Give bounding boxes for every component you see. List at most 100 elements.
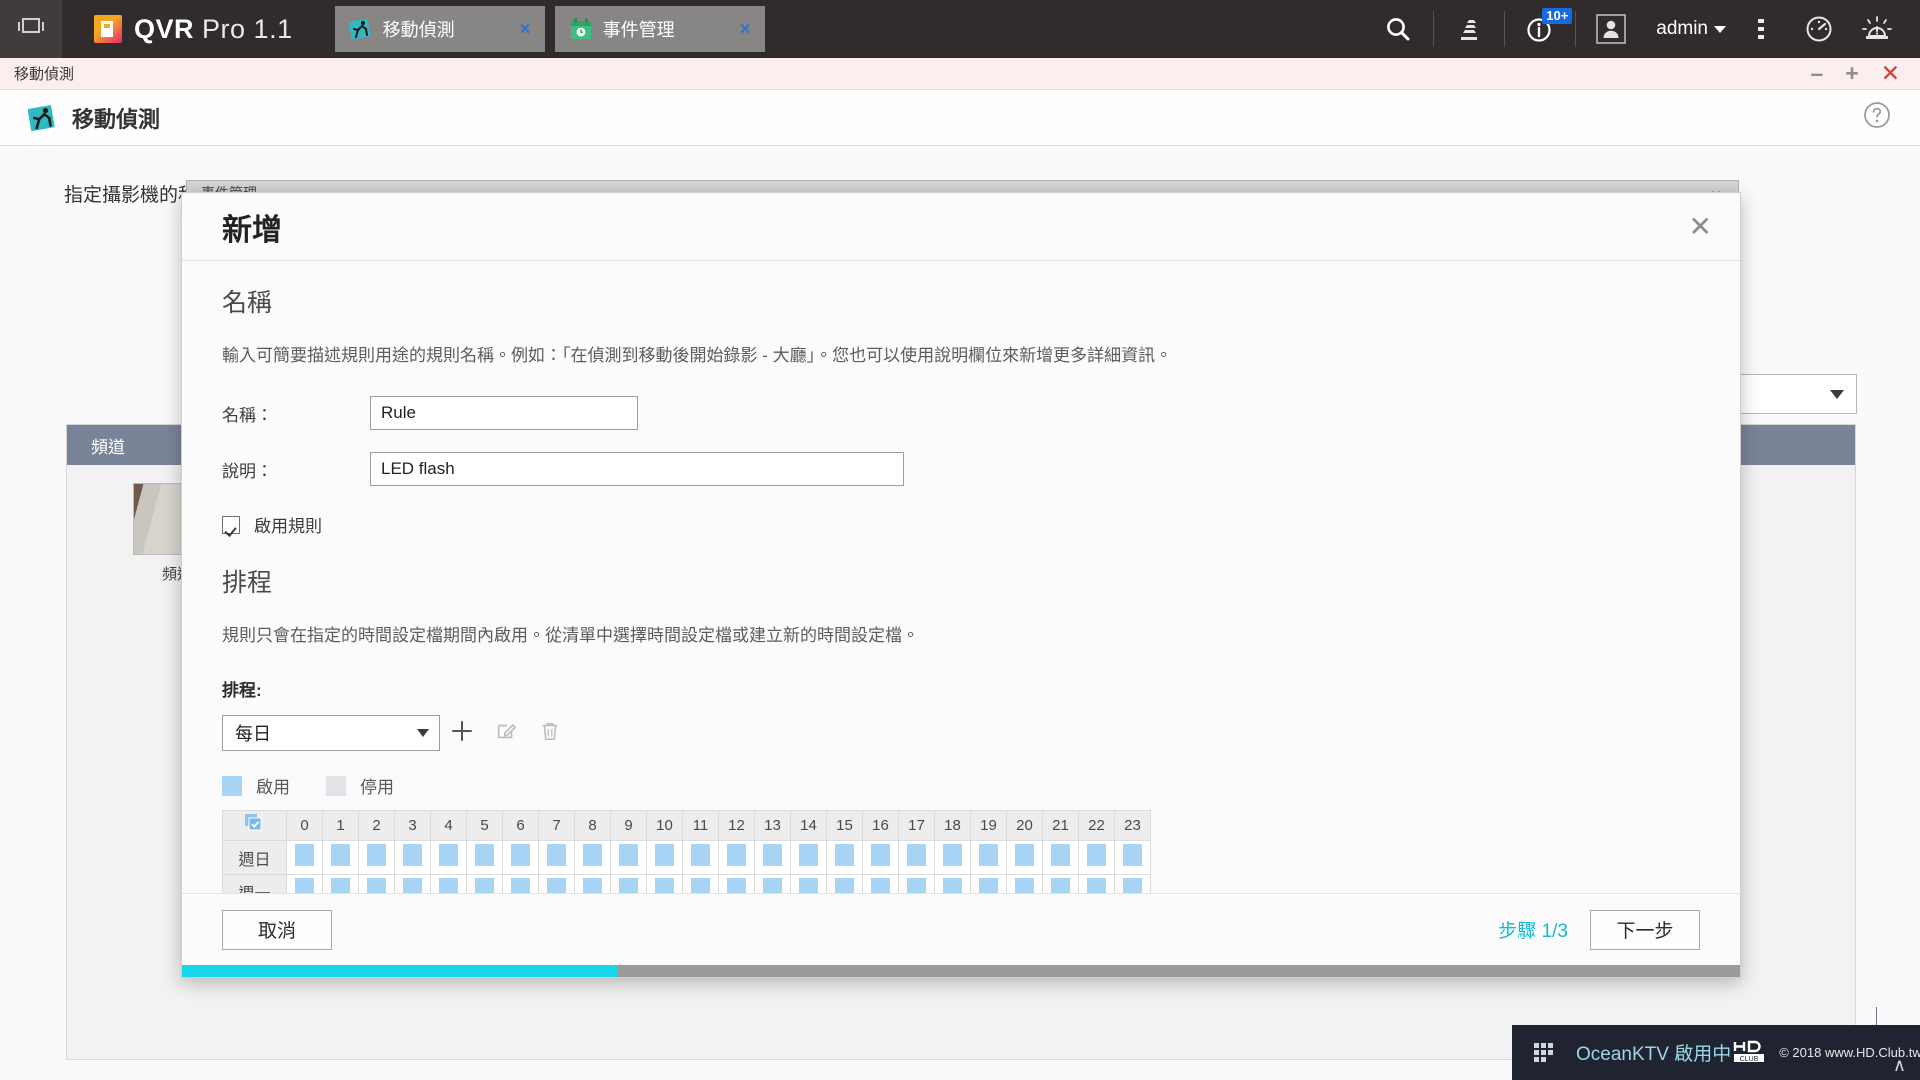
schedule-cell[interactable] [1042,840,1079,875]
schedule-cell[interactable] [322,874,359,893]
schedule-cell[interactable] [718,874,755,893]
schedule-hour-header-3[interactable]: 3 [394,810,431,841]
schedule-cell[interactable] [1114,874,1151,893]
schedule-hour-header-4[interactable]: 4 [430,810,467,841]
enable-rule-checkbox[interactable] [222,515,240,534]
search-icon[interactable] [1369,0,1427,58]
schedule-cell[interactable] [538,874,575,893]
schedule-hour-header-23[interactable]: 23 [1114,810,1151,841]
schedule-cell[interactable] [754,874,791,893]
schedule-cell[interactable] [754,840,791,875]
schedule-hour-header-1[interactable]: 1 [322,810,359,841]
schedule-cell[interactable] [826,840,863,875]
schedule-cell[interactable] [970,874,1007,893]
schedule-cell[interactable] [286,840,323,875]
schedule-cell[interactable] [682,840,719,875]
edit-schedule-button[interactable] [484,715,528,751]
schedule-hour-header-17[interactable]: 17 [898,810,935,841]
schedule-hour-header-18[interactable]: 18 [934,810,971,841]
schedule-profile-select[interactable]: 每日 [222,715,440,751]
schedule-hour-header-0[interactable]: 0 [286,810,323,841]
nav-tab-event-management[interactable]: 事件管理 × [554,6,765,52]
window-close-button[interactable]: ✕ [1881,62,1900,85]
schedule-cell[interactable] [1006,874,1043,893]
schedule-hour-header-14[interactable]: 14 [790,810,827,841]
schedule-cell[interactable] [574,840,611,875]
schedule-cell[interactable] [934,874,971,893]
delete-schedule-button[interactable] [528,715,572,751]
user-avatar-icon[interactable] [1582,0,1640,58]
schedule-cell[interactable] [1078,874,1115,893]
schedule-cell[interactable] [682,874,719,893]
enable-rule-row[interactable]: 啟用規則 [222,512,1700,537]
select-all-icon[interactable] [222,810,287,841]
schedule-cell[interactable] [862,874,899,893]
schedule-cell[interactable] [790,840,827,875]
schedule-cell[interactable] [502,874,539,893]
schedule-hour-header-7[interactable]: 7 [538,810,575,841]
camera-select-dropdown[interactable] [1735,374,1857,414]
schedule-cell[interactable] [1114,840,1151,875]
cancel-button[interactable]: 取消 [222,909,332,950]
schedule-cell[interactable] [646,874,683,893]
nav-tab-motion-detection[interactable]: 移動偵測 × [334,6,545,52]
schedule-cell[interactable] [970,840,1007,875]
schedule-cell[interactable] [358,840,395,875]
schedule-cell[interactable] [574,874,611,893]
schedule-cell[interactable] [286,874,323,893]
dashboard-icon[interactable] [1790,0,1848,58]
schedule-cell[interactable] [502,840,539,875]
next-button[interactable]: 下一步 [1590,909,1700,950]
schedule-hour-header-15[interactable]: 15 [826,810,863,841]
schedule-cell[interactable] [610,874,647,893]
schedule-cell[interactable] [898,874,935,893]
schedule-day-label[interactable]: 週日 [222,840,287,875]
schedule-cell[interactable] [430,874,467,893]
logs-icon[interactable] [1440,0,1498,58]
schedule-cell[interactable] [646,840,683,875]
more-vertical-icon[interactable] [1732,0,1790,58]
schedule-hour-header-10[interactable]: 10 [646,810,683,841]
schedule-cell[interactable] [826,874,863,893]
nav-tab-close-icon[interactable]: × [739,20,750,39]
schedule-hour-header-5[interactable]: 5 [466,810,503,841]
schedule-cell[interactable] [394,874,431,893]
schedule-cell[interactable] [718,840,755,875]
schedule-day-label[interactable]: 週一 [222,874,287,893]
oceanktv-toast[interactable]: OceanKTV 啟用中 CLUB © 2018 www.HD.Club.tw … [1512,1025,1920,1080]
nav-tab-close-icon[interactable]: × [519,20,530,39]
schedule-cell[interactable] [934,840,971,875]
schedule-hour-header-13[interactable]: 13 [754,810,791,841]
schedule-cell[interactable] [358,874,395,893]
schedule-cell[interactable] [394,840,431,875]
schedule-cell[interactable] [322,840,359,875]
schedule-cell[interactable] [466,874,503,893]
schedule-hour-header-21[interactable]: 21 [1042,810,1079,841]
close-icon[interactable]: ✕ [1689,212,1712,241]
help-icon[interactable] [1862,100,1892,135]
schedule-cell[interactable] [430,840,467,875]
schedule-cell[interactable] [1078,840,1115,875]
schedule-hour-header-2[interactable]: 2 [358,810,395,841]
schedule-hour-header-12[interactable]: 12 [718,810,755,841]
alarm-icon[interactable] [1848,0,1906,58]
schedule-cell[interactable] [1042,874,1079,893]
schedule-hour-header-16[interactable]: 16 [862,810,899,841]
schedule-hour-header-20[interactable]: 20 [1006,810,1043,841]
schedule-cell[interactable] [610,840,647,875]
schedule-cell[interactable] [466,840,503,875]
name-input[interactable]: Rule [370,396,638,430]
schedule-cell[interactable] [538,840,575,875]
schedule-hour-header-11[interactable]: 11 [682,810,719,841]
schedule-hour-header-9[interactable]: 9 [610,810,647,841]
info-icon[interactable]: 10+ [1511,0,1573,58]
description-input[interactable]: LED flash [370,452,904,486]
schedule-cell[interactable] [898,840,935,875]
schedule-hour-header-19[interactable]: 19 [970,810,1007,841]
schedule-hour-header-8[interactable]: 8 [574,810,611,841]
schedule-cell[interactable] [790,874,827,893]
schedule-hour-header-6[interactable]: 6 [502,810,539,841]
schedule-cell[interactable] [1006,840,1043,875]
window-minimize-button[interactable]: – [1810,62,1823,85]
add-schedule-button[interactable] [440,715,484,751]
